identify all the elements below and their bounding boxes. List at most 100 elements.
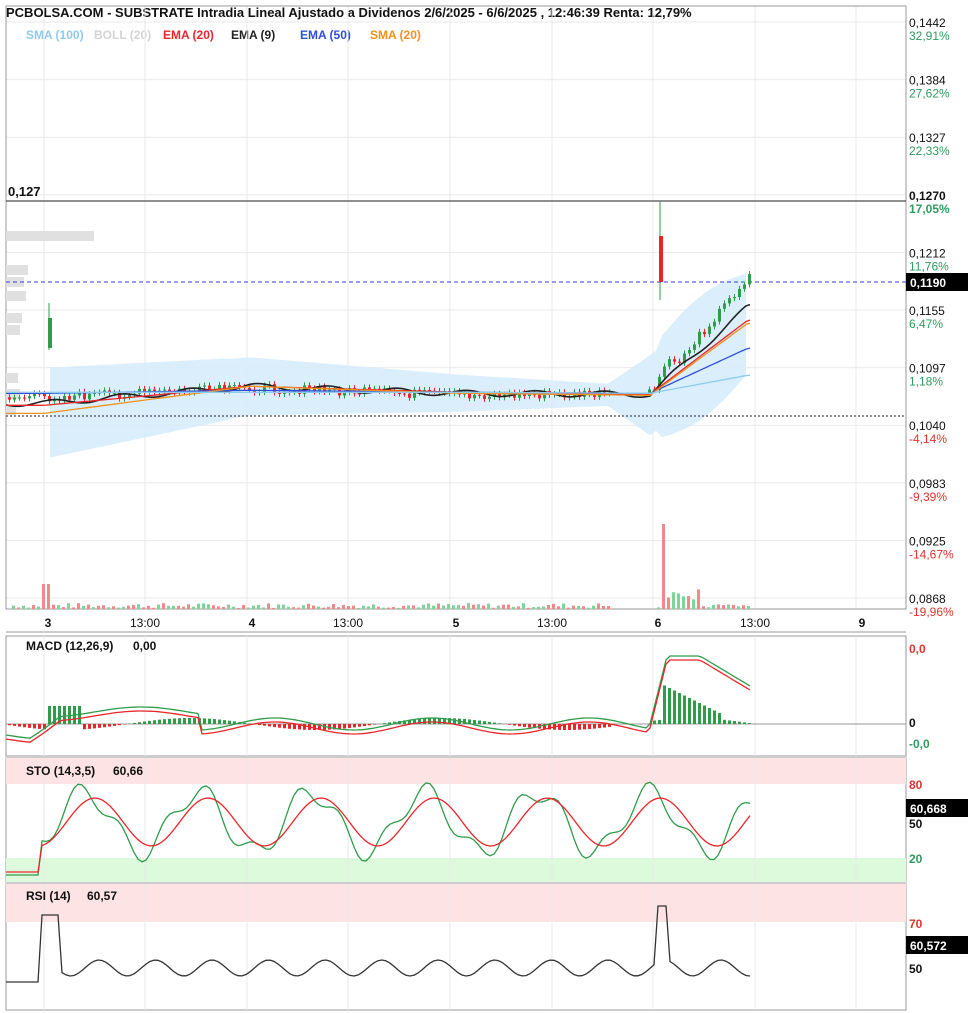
volume-bar — [12, 605, 15, 609]
volume-bar — [742, 605, 745, 609]
volume-bar — [342, 604, 345, 609]
volume-bar — [672, 592, 675, 609]
macd-title: MACD (12,26,9) — [26, 639, 113, 653]
volume-bar — [172, 605, 175, 609]
macd-histogram-bar — [473, 719, 476, 724]
macd-histogram-bar — [138, 722, 141, 724]
volume-bar — [187, 604, 190, 609]
volume-bar — [257, 605, 260, 609]
volume-bar — [567, 607, 570, 609]
volume-bar — [212, 605, 215, 609]
volume-bar — [272, 607, 275, 609]
time-axis-label: 13:00 — [333, 616, 363, 630]
volume-bar — [442, 605, 445, 609]
candle-body — [728, 298, 731, 304]
volume-bar — [232, 606, 235, 609]
macd-histogram-bar — [718, 713, 721, 724]
volume-bar — [62, 607, 65, 609]
volume-bar — [517, 606, 520, 609]
macd-histogram-bar — [728, 720, 731, 724]
sto-title: STO (14,3,5) — [26, 764, 95, 778]
volume-bar — [732, 604, 735, 609]
macd-histogram-bar — [678, 693, 681, 724]
volume-bar — [682, 596, 685, 609]
volume-bar — [402, 605, 405, 609]
volume-bar — [557, 606, 560, 609]
candle-body — [703, 331, 706, 335]
volume-bar — [17, 607, 20, 609]
percent-tick-label: -9,39% — [909, 490, 947, 504]
candle-body — [668, 359, 671, 367]
percent-tick-label: 32,91% — [909, 29, 950, 43]
candle-body — [28, 396, 31, 399]
macd-histogram-bar — [243, 722, 246, 724]
rsi-title: RSI (14) — [26, 889, 71, 903]
price-axis: 0,144232,91% 0,138427,62% 0,132722,33% 0,12… — [909, 16, 954, 619]
percent-tick-label: 27,62% — [909, 87, 950, 101]
volume-bar — [507, 604, 510, 609]
percent-tick-label: 6,47% — [909, 317, 943, 331]
volume-bar — [487, 603, 490, 609]
volume-bar — [417, 607, 420, 609]
macd-histogram-bar — [153, 720, 156, 724]
macd-histogram-bar — [103, 724, 106, 728]
sto-axis-50: 50 — [909, 817, 923, 831]
candle-body — [113, 392, 116, 394]
volume-bar — [677, 593, 680, 609]
candle-body — [698, 331, 701, 345]
volume-bar — [702, 606, 705, 609]
rsi-value: 60,57 — [87, 889, 117, 903]
macd-histogram-bar — [113, 724, 116, 726]
volume-bar — [177, 605, 180, 609]
price-tick-label: 0,1040 — [909, 419, 946, 433]
macd-histogram-bar — [478, 720, 481, 724]
volume-bar — [322, 607, 325, 609]
candle-body — [163, 389, 166, 391]
macd-histogram-bar — [348, 724, 351, 728]
volume-bar — [592, 605, 595, 609]
macd-histogram-bar — [18, 724, 21, 727]
volume-bar — [547, 605, 550, 609]
profile-bar — [6, 373, 18, 383]
rsi-panel — [5, 883, 907, 1011]
price-tick-label: 0,1155 — [909, 304, 945, 318]
percent-tick-label: 17,05% — [909, 202, 950, 216]
price-grid — [5, 5, 907, 610]
macd-histogram-bar — [278, 724, 281, 728]
volume-bar — [522, 603, 525, 609]
macd-histogram-bar — [483, 721, 486, 724]
volume-bar — [247, 607, 250, 609]
macd-histogram-bar — [673, 690, 676, 724]
volume-bar — [502, 604, 505, 609]
macd-histogram-bar — [183, 718, 186, 724]
price-tick-label: 0,1097 — [909, 362, 946, 376]
macd-histogram-bar — [23, 724, 26, 728]
volume-bar — [312, 605, 315, 609]
candle-body — [203, 385, 206, 387]
volume-bar — [482, 605, 485, 609]
candle-body — [688, 349, 691, 354]
volume-bar — [407, 605, 410, 609]
sto-axis-80: 80 — [909, 778, 923, 792]
candle-body — [88, 393, 91, 400]
volume-bar — [192, 606, 195, 609]
volume-bar — [552, 603, 555, 609]
volume-bar — [67, 603, 70, 609]
volume-bar — [542, 606, 545, 609]
price-tick-label: 0,1270 — [909, 189, 946, 203]
macd-histogram-bar — [118, 724, 121, 726]
macd-histogram-bar — [108, 724, 111, 727]
macd-axis-zero: 0 — [909, 716, 916, 730]
volume-bar — [492, 607, 495, 609]
percent-tick-label: 1,18% — [909, 375, 943, 389]
candle-body — [648, 389, 651, 393]
profile-bar — [6, 231, 94, 241]
macd-histogram-bar — [528, 724, 531, 728]
volume-bar — [357, 607, 360, 609]
macd-histogram-bar — [8, 724, 11, 726]
volume-bar — [512, 606, 515, 609]
volume-bar — [262, 607, 265, 609]
volume-bar — [697, 589, 700, 609]
volume-bar — [532, 607, 535, 609]
macd-histogram-bar — [293, 724, 296, 730]
